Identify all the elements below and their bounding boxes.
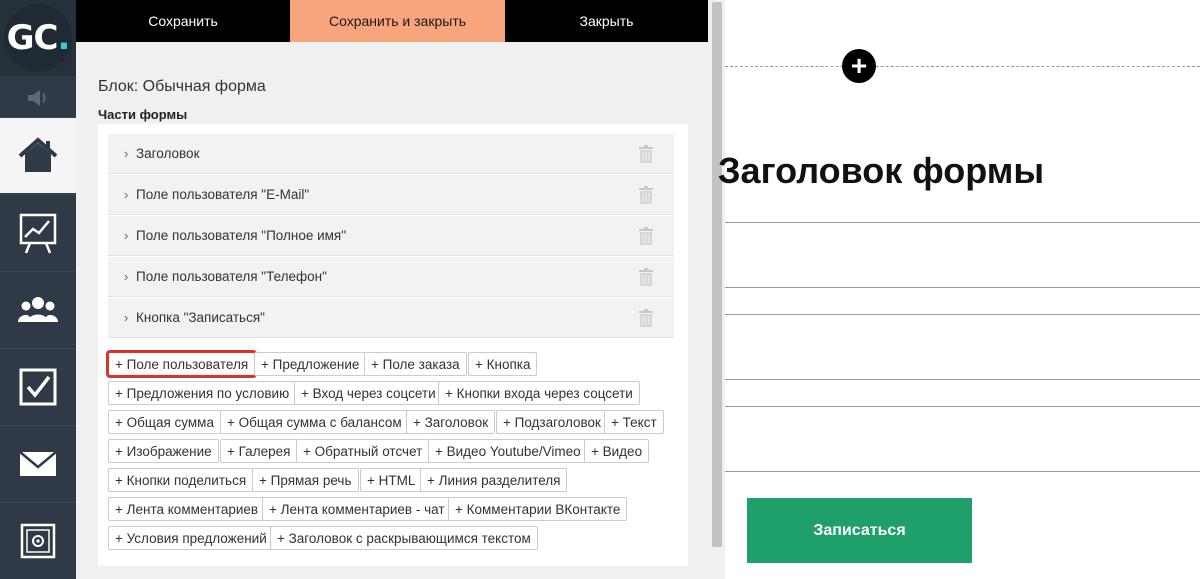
home-icon — [18, 136, 58, 172]
safe-icon — [20, 523, 56, 558]
add-text-button[interactable]: + Текст — [604, 410, 664, 434]
add-user-field-button[interactable]: + Поле пользователя — [106, 350, 258, 378]
add-html-button[interactable]: + HTML — [360, 468, 423, 492]
form-part-label: Поле пользователя "Полное имя" — [136, 228, 347, 243]
add-image-button[interactable]: + Изображение — [108, 439, 219, 463]
add-conditional-offers-button[interactable]: + Предложения по условию — [108, 381, 297, 405]
add-total-sum-button[interactable]: + Общая сумма — [108, 410, 221, 434]
scrollbar-thumb[interactable] — [712, 2, 722, 547]
add-social-login-button[interactable]: + Вход через соцсети — [294, 381, 443, 405]
form-parts-title: Части формы — [98, 107, 188, 122]
preview-field-line — [725, 287, 1200, 288]
add-divider-button[interactable]: + Линия разделителя — [420, 468, 568, 492]
logo-text: GC — [6, 18, 59, 58]
add-block-icon[interactable]: + — [842, 49, 876, 83]
preview-field-line — [725, 222, 1200, 223]
save-button[interactable]: Сохранить — [76, 0, 290, 42]
form-parts-box: › Заголовок › Поле пользователя "E-Mail"… — [98, 124, 688, 566]
preview-submit-button[interactable]: Записаться — [747, 498, 972, 563]
form-part-label: Заголовок — [136, 146, 200, 161]
sidebar-item-tasks[interactable] — [0, 348, 76, 424]
form-part-row[interactable]: › Поле пользователя "E-Mail" — [108, 175, 674, 215]
editor-toolbar: Сохранить Сохранить и закрыть Закрыть — [76, 0, 708, 42]
trash-icon[interactable] — [638, 186, 654, 204]
add-comments-chat-button[interactable]: + Лента комментариев - чат — [262, 497, 452, 521]
logo-dot: . — [57, 18, 70, 58]
preview-field-line — [725, 406, 1200, 407]
add-comments-feed-button[interactable]: + Лента комментариев — [108, 497, 266, 521]
add-social-login-buttons-button[interactable]: + Кнопки входа через соцсети — [438, 381, 640, 405]
add-collapsible-heading-button[interactable]: + Заголовок с раскрывающимся текстом — [270, 526, 538, 550]
save-and-close-button[interactable]: Сохранить и закрыть — [290, 0, 505, 42]
block-insert-line — [725, 66, 1200, 67]
add-video-button[interactable]: + Видео — [584, 439, 650, 463]
add-button-button[interactable]: + Кнопка — [468, 352, 538, 376]
add-offer-button[interactable]: + Предложение — [254, 352, 367, 376]
preview-field-line — [725, 314, 1200, 315]
trash-icon[interactable] — [638, 268, 654, 286]
preview-field-line — [725, 471, 1200, 472]
form-part-row[interactable]: › Кнопка "Записаться" — [108, 298, 674, 338]
chart-icon — [19, 213, 57, 253]
add-quote-button[interactable]: + Прямая речь — [252, 468, 359, 492]
form-part-label: Поле пользователя "E-Mail" — [136, 187, 310, 202]
add-vk-comments-button[interactable]: + Комментарии ВКонтакте — [448, 497, 628, 521]
panel-scrollbar[interactable] — [708, 0, 725, 579]
chevron-right-icon: › — [124, 146, 129, 161]
logo[interactable]: GC. — [0, 0, 76, 76]
add-order-field-button[interactable]: + Поле заказа — [364, 352, 467, 376]
chevron-right-icon: › — [124, 187, 129, 202]
trash-icon[interactable] — [638, 227, 654, 245]
page-preview: + Заголовок формы Записаться — [718, 0, 1200, 579]
chevron-right-icon: › — [124, 310, 129, 325]
chevron-right-icon: › — [124, 228, 129, 243]
close-button[interactable]: Закрыть — [505, 0, 708, 42]
preview-field-line — [725, 379, 1200, 380]
sidebar-item-messages[interactable] — [0, 425, 76, 501]
trash-icon[interactable] — [638, 309, 654, 327]
add-subheading-button[interactable]: + Подзаголовок — [496, 410, 608, 434]
sidebar-item-home[interactable] — [0, 117, 76, 193]
form-part-label: Кнопка "Записаться" — [136, 310, 265, 325]
add-heading-button[interactable]: + Заголовок — [406, 410, 496, 434]
sidebar-item-users[interactable] — [0, 271, 76, 347]
preview-form-heading: Заголовок формы — [718, 150, 1045, 191]
sidebar-item-sales[interactable] — [0, 502, 76, 578]
mail-icon — [19, 450, 57, 476]
speaker-icon[interactable] — [0, 80, 76, 116]
add-countdown-button[interactable]: + Обратный отсчет — [296, 439, 430, 463]
form-part-row[interactable]: › Поле пользователя "Телефон" — [108, 257, 674, 297]
add-youtube-video-button[interactable]: + Видео Youtube/Vimeo — [428, 439, 588, 463]
form-part-row[interactable]: › Поле пользователя "Полное имя" — [108, 216, 674, 256]
trash-icon[interactable] — [638, 145, 654, 163]
add-gallery-button[interactable]: + Галерея — [220, 439, 298, 463]
add-offer-conditions-button[interactable]: + Условия предложений — [108, 526, 274, 550]
sidebar-item-statistics[interactable] — [0, 194, 76, 270]
chevron-right-icon: › — [124, 269, 129, 284]
main-sidebar: GC. — [0, 0, 76, 579]
add-total-with-balance-button[interactable]: + Общая сумма с балансом — [220, 410, 409, 434]
block-editor-panel: Сохранить Сохранить и закрыть Закрыть Бл… — [76, 0, 708, 579]
form-part-row[interactable]: › Заголовок — [108, 134, 674, 174]
logo-mark: GC. — [4, 4, 72, 72]
form-part-label: Поле пользователя "Телефон" — [136, 269, 327, 284]
users-icon — [18, 296, 58, 322]
block-title: Блок: Обычная форма — [98, 78, 266, 95]
add-share-buttons-button[interactable]: + Кнопки поделиться — [108, 468, 254, 492]
checkbox-icon — [19, 368, 57, 405]
